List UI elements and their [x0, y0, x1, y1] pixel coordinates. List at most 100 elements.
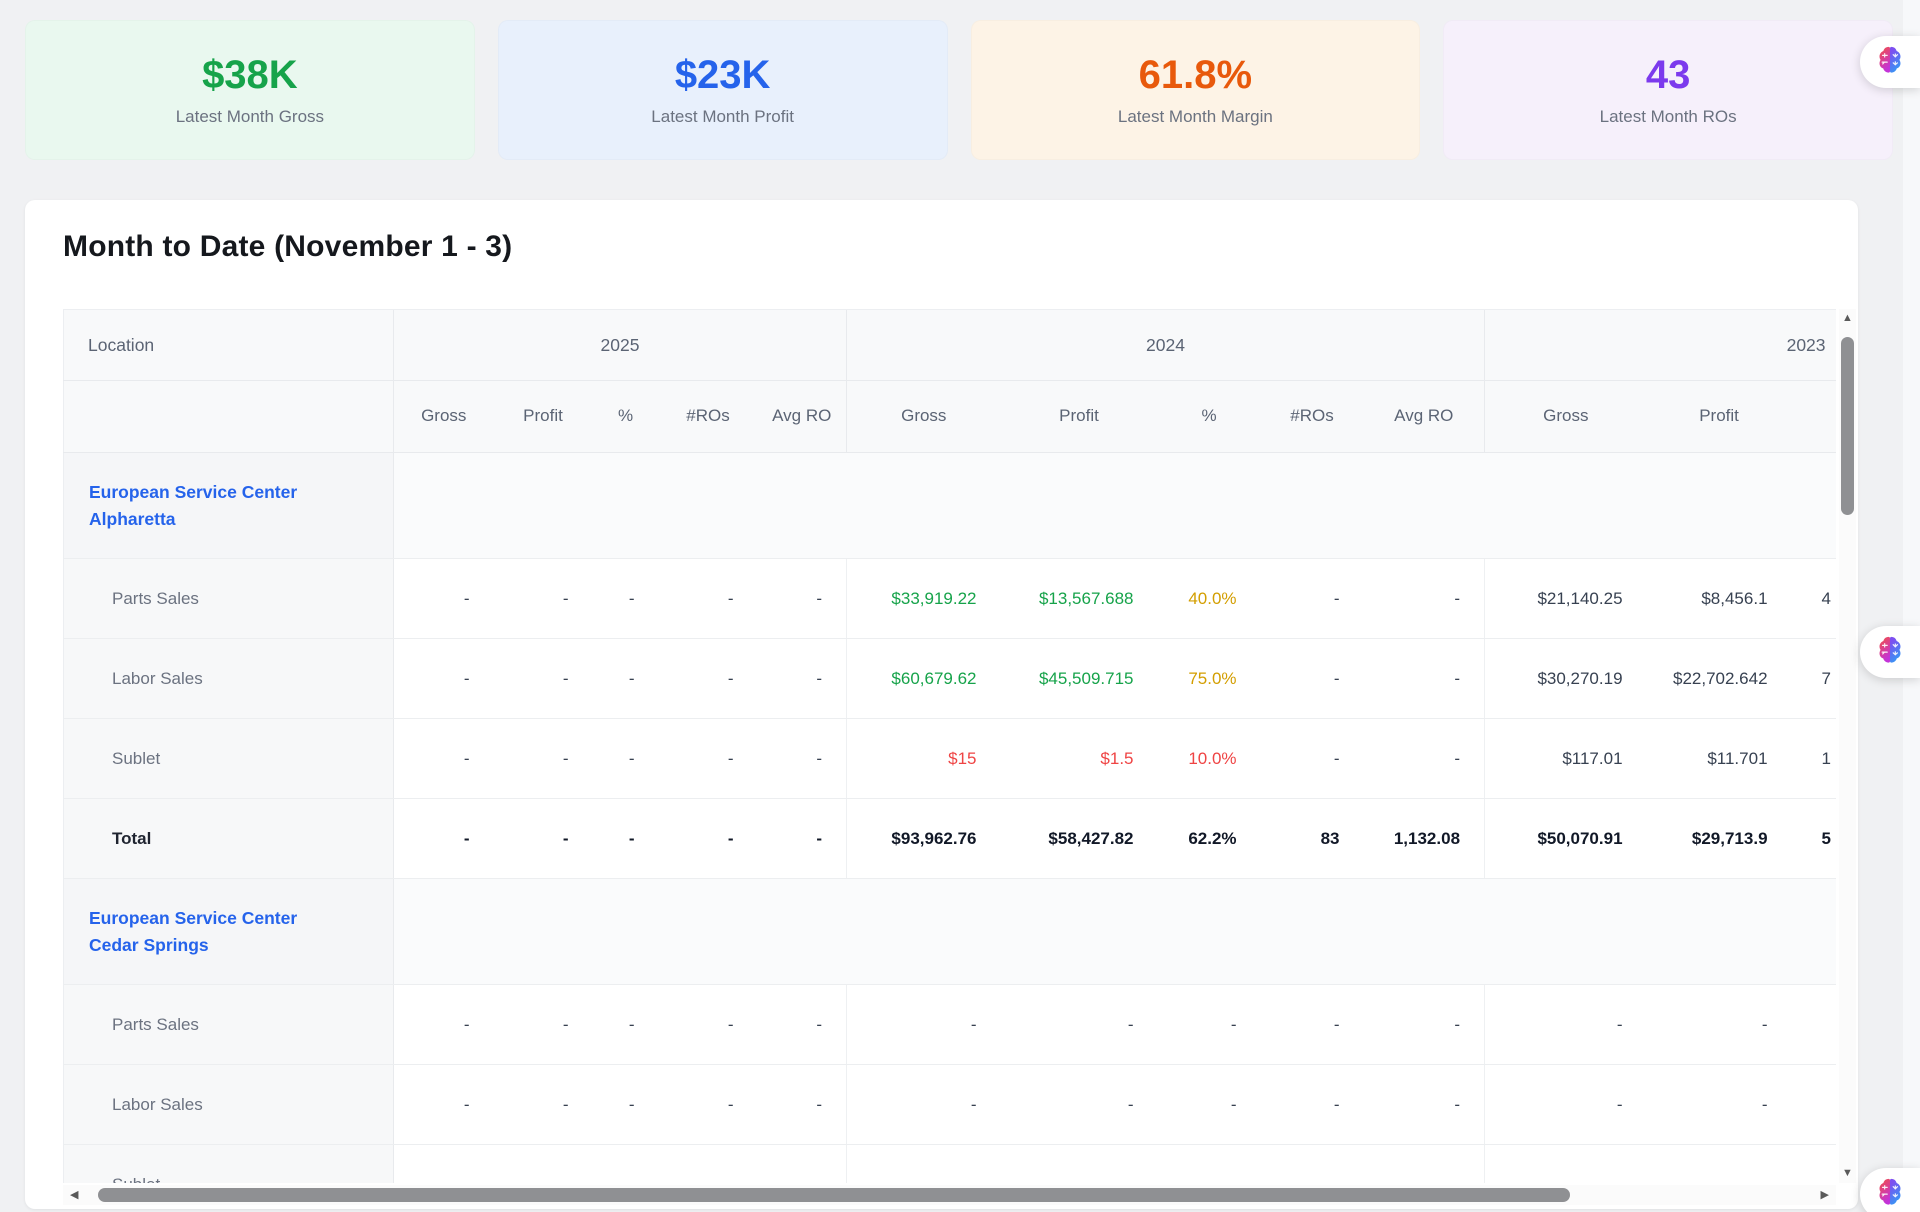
- table-cell: $1.5: [1001, 719, 1158, 799]
- table-cell: -: [847, 1065, 1001, 1145]
- table-cell: -: [847, 985, 1001, 1065]
- table-cell: -: [1364, 985, 1485, 1065]
- table-cell: 10.0%: [1158, 719, 1261, 799]
- table-cell: $60,679.62: [847, 639, 1001, 719]
- table-cell: 75.0%: [1158, 639, 1261, 719]
- horizontal-scrollbar-thumb[interactable]: [98, 1188, 1570, 1202]
- table-cell: -: [1158, 1065, 1261, 1145]
- vertical-scrollbar-thumb[interactable]: [1841, 337, 1854, 515]
- location-cell: European Service Center Cedar Springs: [64, 879, 394, 985]
- row-label: Labor Sales: [64, 639, 394, 719]
- table-cell: -: [1261, 639, 1364, 719]
- table-cell: -: [1261, 1145, 1364, 1184]
- scroll-left-arrow-icon[interactable]: ◀: [70, 1190, 78, 1201]
- table-cell: $93,962.76: [847, 799, 1001, 879]
- table-cell: $45,509.715: [1001, 639, 1158, 719]
- table-cell: -: [1364, 639, 1485, 719]
- report-table: Location 202520242023 GrossProfit%#ROsAv…: [63, 309, 1836, 1183]
- row-label: Total: [64, 799, 394, 879]
- stat-card-latest-month-margin: 61.8%Latest Month Margin: [971, 20, 1421, 160]
- table-cell: -: [758, 799, 847, 879]
- table-cell: -: [494, 1065, 593, 1145]
- table-cell: -: [1261, 1065, 1364, 1145]
- stat-label: Latest Month ROs: [1600, 107, 1737, 127]
- column-header: Profit: [1647, 381, 1792, 453]
- brain-icon: [1873, 1175, 1907, 1212]
- table-cell: -: [593, 985, 659, 1065]
- table-cell: 5: [1792, 799, 1836, 879]
- row-label: Sublet: [64, 1145, 394, 1184]
- row-label: Sublet: [64, 719, 394, 799]
- table-cell: -: [593, 799, 659, 879]
- location-row-spacer: [394, 453, 1837, 559]
- table-cell: -: [394, 719, 494, 799]
- table-cell: $11.701: [1647, 719, 1792, 799]
- table-cell: -: [659, 1065, 758, 1145]
- year-header-2025: 2025: [394, 310, 847, 381]
- table-cell: $22,702.642: [1647, 639, 1792, 719]
- table-row: Total-----$93,962.76$58,427.8262.2%831,1…: [64, 799, 1837, 879]
- table-cell: -: [593, 1065, 659, 1145]
- brain-badge[interactable]: [1860, 36, 1920, 88]
- table-row-location: European Service Center Alpharetta: [64, 453, 1837, 559]
- table-cell: -: [494, 985, 593, 1065]
- table-cell: -: [494, 799, 593, 879]
- scroll-down-arrow-icon[interactable]: ▼: [1842, 1168, 1853, 1179]
- brain-badge[interactable]: [1860, 626, 1920, 678]
- table-cell: -: [394, 985, 494, 1065]
- table-cell: -: [1001, 1065, 1158, 1145]
- table-cell: -: [1647, 985, 1792, 1065]
- table-cell: -: [659, 719, 758, 799]
- table-cell: 1,132.08: [1364, 799, 1485, 879]
- table-cell: -: [1001, 985, 1158, 1065]
- table-row-location: European Service Center Cedar Springs: [64, 879, 1837, 985]
- table-row: Parts Sales------------: [64, 985, 1837, 1065]
- stat-card-latest-month-ros: 43 Latest Month ROs: [1443, 20, 1893, 160]
- brain-badge[interactable]: [1860, 1168, 1920, 1212]
- table-cell: $8,456.1: [1647, 559, 1792, 639]
- table-cell: -: [593, 559, 659, 639]
- stat-value: $23K: [675, 53, 771, 98]
- table-row: Parts Sales-----$33,919.22$13,567.68840.…: [64, 559, 1837, 639]
- column-header-empty: [64, 381, 394, 453]
- table-cell: -: [1001, 1145, 1158, 1184]
- table-cell: [1792, 985, 1836, 1065]
- table-cell: $13,567.688: [1001, 559, 1158, 639]
- stat-value: 43: [1646, 53, 1691, 98]
- stat-card-latest-month-profit: $23KLatest Month Profit: [498, 20, 948, 160]
- table-cell: -: [659, 799, 758, 879]
- table-cell: $29,713.9: [1647, 799, 1792, 879]
- table-cell: 83: [1261, 799, 1364, 879]
- brain-icon: [1873, 633, 1907, 672]
- column-header: Gross: [1485, 381, 1647, 453]
- location-row-spacer: [394, 879, 1837, 985]
- column-header: %: [1158, 381, 1261, 453]
- location-link[interactable]: European Service Center Cedar Springs: [89, 905, 304, 958]
- column-header: Avg RO: [1364, 381, 1485, 453]
- table-cell: 62.2%: [1158, 799, 1261, 879]
- table-cell: -: [1364, 719, 1485, 799]
- column-header: #ROs: [1261, 381, 1364, 453]
- table-cell: -: [1485, 1145, 1647, 1184]
- table-cell: -: [659, 1145, 758, 1184]
- scroll-up-arrow-icon[interactable]: ▲: [1842, 313, 1853, 324]
- table-cell: -: [593, 639, 659, 719]
- table-cell: -: [1364, 559, 1485, 639]
- table-row: Labor Sales-----$60,679.62$45,509.71575.…: [64, 639, 1837, 719]
- brain-icon: [1873, 43, 1907, 82]
- column-header: [1792, 381, 1836, 453]
- scroll-right-arrow-icon[interactable]: ▶: [1821, 1190, 1829, 1201]
- column-header: #ROs: [659, 381, 758, 453]
- table-cell: -: [1261, 985, 1364, 1065]
- table-cell: -: [1261, 719, 1364, 799]
- year-header-2024: 2024: [847, 310, 1485, 381]
- table-cell: 40.0%: [1158, 559, 1261, 639]
- table-cell: -: [494, 719, 593, 799]
- table-cell: -: [758, 1145, 847, 1184]
- table-cell: -: [758, 559, 847, 639]
- column-header: Profit: [494, 381, 593, 453]
- table-cell: -: [659, 639, 758, 719]
- location-link[interactable]: European Service Center Alpharetta: [89, 479, 304, 532]
- table-cell: -: [758, 719, 847, 799]
- table-cell: -: [494, 1145, 593, 1184]
